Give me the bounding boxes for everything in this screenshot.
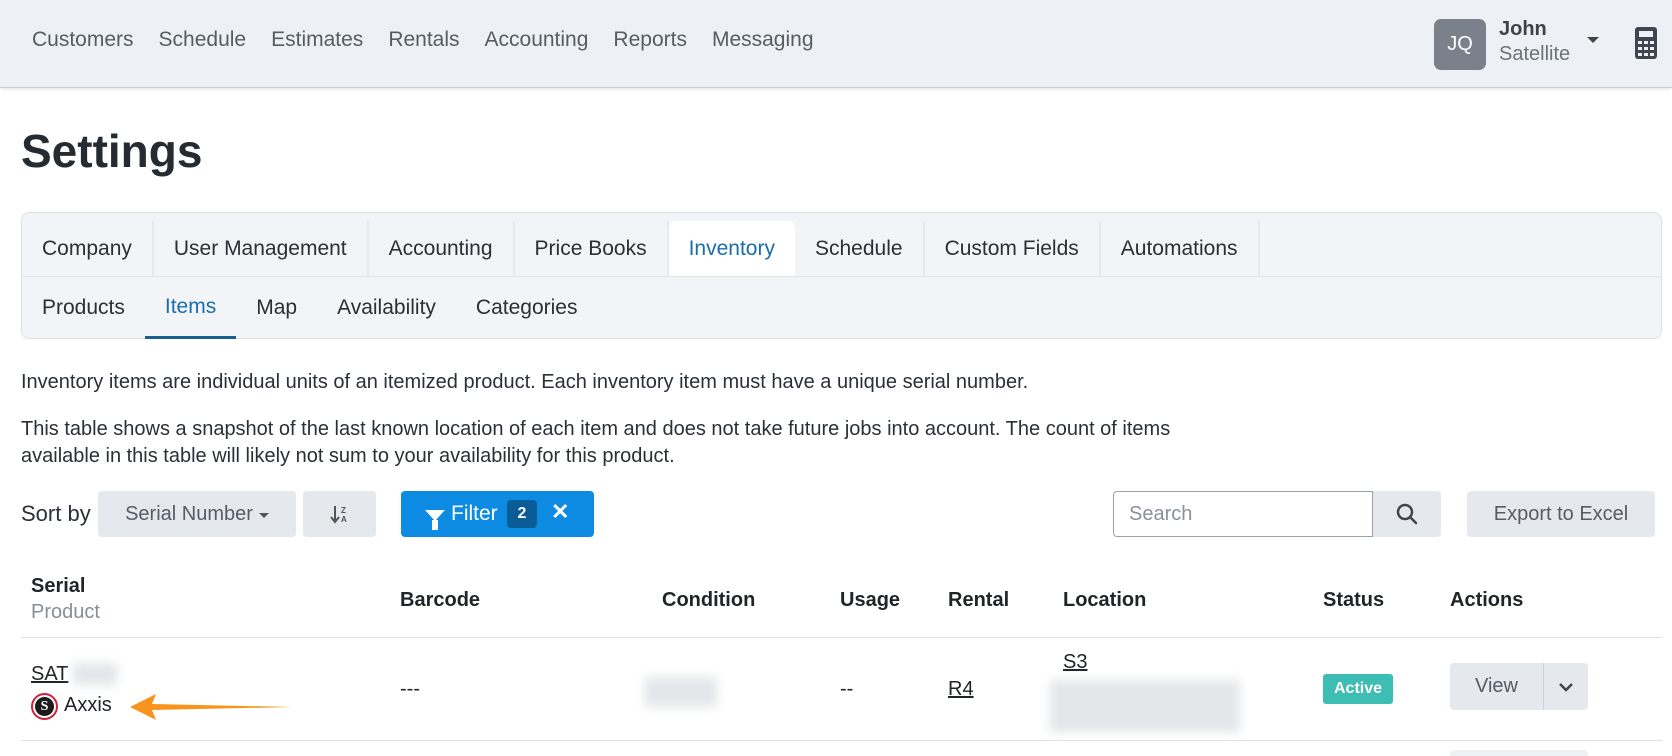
settings-main-tabs: Company User Management Accounting Price… (22, 221, 1260, 276)
tab-inventory[interactable]: Inventory (668, 221, 795, 276)
calculator-icon[interactable] (1635, 27, 1657, 59)
next-row-view-button[interactable] (1450, 750, 1588, 756)
col-header-location[interactable]: Location (1063, 589, 1146, 612)
user-name[interactable]: John (1499, 18, 1547, 41)
brand-logo-icon: S (31, 693, 58, 720)
sort-by-value: Serial Number (125, 502, 253, 525)
usage-value: -- (840, 678, 854, 700)
nav-estimates[interactable]: Estimates (271, 28, 363, 52)
nav-messaging[interactable]: Messaging (712, 28, 814, 52)
subtab-categories[interactable]: Categories (456, 277, 598, 339)
annotation-arrow-icon (130, 694, 293, 720)
view-button[interactable]: View (1450, 663, 1544, 710)
redacted-location-address (1050, 680, 1240, 732)
status-badge: Active (1323, 674, 1393, 704)
settings-tabs-panel: Company User Management Accounting Price… (21, 212, 1662, 339)
filter-icon (425, 509, 445, 530)
col-header-barcode[interactable]: Barcode (400, 589, 480, 612)
caret-down-icon (258, 513, 269, 518)
top-navbar: Customers Schedule Estimates Rentals Acc… (0, 0, 1672, 88)
redacted-condition (645, 677, 717, 707)
tab-schedule[interactable]: Schedule (795, 221, 925, 276)
table-header-divider (21, 637, 1662, 638)
search-icon (1396, 503, 1418, 525)
svg-text:A: A (341, 515, 347, 524)
page-title: Settings (21, 125, 203, 177)
col-header-condition[interactable]: Condition (662, 589, 755, 612)
tab-accounting[interactable]: Accounting (369, 221, 515, 276)
tab-automations[interactable]: Automations (1101, 221, 1260, 276)
col-header-product: Product (31, 601, 100, 623)
user-menu-caret-icon[interactable] (1587, 37, 1599, 43)
col-header-usage[interactable]: Usage (840, 589, 900, 612)
tab-company[interactable]: Company (22, 221, 154, 276)
row-actions-dropdown[interactable] (1544, 663, 1588, 710)
barcode-value: --- (400, 678, 420, 700)
filter-button[interactable]: Filter 2 ✕ (401, 491, 594, 537)
svg-text:Z: Z (341, 506, 346, 515)
filter-label: Filter (451, 502, 498, 525)
sort-by-label: Sort by (21, 501, 91, 526)
col-header-actions: Actions (1450, 589, 1524, 611)
product-name: Axxis (64, 694, 112, 716)
serial-link[interactable]: SAT (31, 663, 68, 686)
clear-filter-icon[interactable]: ✕ (551, 499, 569, 525)
sort-desc-icon: Z A (329, 506, 347, 524)
subtab-availability[interactable]: Availability (317, 277, 456, 339)
subtab-items[interactable]: Items (144, 277, 237, 339)
nav-accounting[interactable]: Accounting (485, 28, 589, 52)
col-header-rental[interactable]: Rental (948, 589, 1009, 612)
user-org[interactable]: Satellite (1499, 43, 1570, 66)
subtab-map[interactable]: Map (236, 277, 317, 339)
search-button[interactable] (1373, 491, 1441, 537)
snapshot-note-line-2: available in this table will likely not … (21, 445, 675, 467)
snapshot-note-line-1: This table shows a snapshot of the last … (21, 418, 1171, 440)
sort-direction-button[interactable]: Z A (303, 491, 376, 537)
search-input[interactable] (1113, 491, 1373, 537)
tab-price-books[interactable]: Price Books (515, 221, 669, 276)
filter-count-badge: 2 (507, 500, 537, 528)
items-description: Inventory items are individual units of … (21, 371, 1029, 393)
tab-user-management[interactable]: User Management (154, 221, 369, 276)
location-link[interactable]: S3 (1063, 651, 1087, 674)
nav-rentals[interactable]: Rentals (388, 28, 459, 52)
inventory-sub-tabs: Products Items Map Availability Categori… (22, 277, 597, 339)
table-row-divider (21, 740, 1662, 741)
chevron-down-icon (1559, 682, 1573, 692)
rental-link[interactable]: R4 (948, 678, 974, 701)
nav-reports[interactable]: Reports (613, 28, 687, 52)
user-avatar[interactable]: JQ (1434, 19, 1486, 70)
subtab-products[interactable]: Products (22, 277, 145, 339)
col-header-status[interactable]: Status (1323, 589, 1384, 612)
main-nav: Customers Schedule Estimates Rentals Acc… (32, 28, 814, 52)
nav-customers[interactable]: Customers (32, 28, 134, 52)
redacted-serial (73, 663, 117, 685)
col-header-serial[interactable]: Serial (31, 575, 85, 598)
nav-schedule[interactable]: Schedule (159, 28, 247, 52)
sort-by-select[interactable]: Serial Number (98, 491, 296, 537)
export-to-excel-button[interactable]: Export to Excel (1467, 491, 1655, 537)
tab-custom-fields[interactable]: Custom Fields (925, 221, 1101, 276)
